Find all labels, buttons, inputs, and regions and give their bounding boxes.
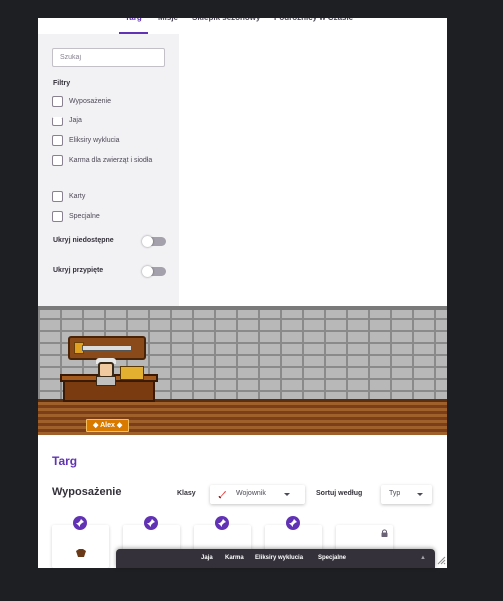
- filter-jaja[interactable]: Jaja: [52, 115, 170, 127]
- filter-checkbox[interactable]: [52, 211, 63, 222]
- items-drawer[interactable]: Jaja Karma Eliksiry wyklucia Specjalne ▲: [116, 549, 435, 568]
- pin-icon[interactable]: [144, 516, 158, 530]
- filter-label: Karty: [69, 193, 86, 200]
- filter-checkbox[interactable]: [52, 135, 63, 146]
- filter-sidebar: Filtry Wyposażenie Jaja Eliksiry wykluci…: [38, 34, 179, 306]
- drawer-tab-eliksiry-wyklucia[interactable]: Eliksiry wyklucia: [255, 555, 303, 561]
- sort-dropdown-value: Typ: [389, 490, 401, 497]
- sword-icon: [82, 345, 132, 351]
- toggle-label: Ukryj przypięte: [53, 267, 104, 274]
- wall-edge: [38, 306, 447, 310]
- pin-icon[interactable]: [73, 516, 87, 530]
- tab-misje[interactable]: Misje: [158, 18, 178, 34]
- filter-label: Karma dla zwierząt i siodła: [69, 157, 153, 164]
- filter-checkbox[interactable]: [52, 117, 63, 126]
- filter-label: Specjalne: [69, 213, 100, 220]
- tab-podroznicy-w-czasie[interactable]: Podróżnicy w Czasie: [274, 18, 353, 34]
- toggle-knob: [142, 266, 153, 277]
- chevron-down-icon: [417, 493, 423, 496]
- resize-handle-icon[interactable]: [436, 553, 446, 565]
- filter-checkbox[interactable]: [52, 155, 63, 166]
- chevron-down-icon: [284, 493, 290, 496]
- filter-specjalne[interactable]: Specjalne: [52, 211, 170, 223]
- toggle-switch[interactable]: [142, 236, 166, 247]
- filter-label: Eliksiry wyklucia: [69, 137, 120, 144]
- filter-label: Jaja: [69, 117, 82, 124]
- pin-icon[interactable]: [286, 516, 300, 530]
- section-title: Wyposażenie: [52, 486, 122, 498]
- sort-label: Sortuj według: [316, 490, 363, 497]
- pin-icon[interactable]: [215, 516, 229, 530]
- tab-targ[interactable]: Targ: [119, 18, 148, 34]
- tab-sklepik-sezonowy[interactable]: Sklepik sezonowy: [192, 18, 260, 34]
- npc-body: [96, 376, 116, 386]
- market-banner: ◆ Alex ◆: [38, 306, 447, 435]
- npc-name: Alex: [100, 422, 115, 429]
- toggle-switch[interactable]: [142, 266, 166, 277]
- item-card[interactable]: [52, 516, 109, 568]
- toggle-label: Ukryj niedostępne: [53, 237, 114, 244]
- chevron-up-icon[interactable]: ▲: [420, 555, 426, 561]
- app-window: Targ Misje Sklepik sezonowy Podróżnicy w…: [38, 18, 447, 568]
- filter-wyposazenie[interactable]: Wyposażenie: [52, 96, 170, 108]
- filter-checkbox[interactable]: [52, 191, 63, 202]
- page-title: Targ: [52, 454, 78, 468]
- class-dropdown-value: Wojownik: [236, 490, 266, 497]
- stall-goods: [120, 366, 144, 380]
- filter-karma[interactable]: Karma dla zwierząt i siodła: [52, 155, 170, 167]
- armor-icon: [76, 549, 86, 557]
- filters-title: Filtry: [53, 80, 71, 87]
- filter-eliksiry-wyklucia[interactable]: Eliksiry wyklucia: [52, 135, 170, 147]
- top-tabs: Targ Misje Sklepik sezonowy Podróżnicy w…: [38, 18, 447, 34]
- filter-label: Wyposażenie: [69, 98, 111, 105]
- drawer-tab-jaja[interactable]: Jaja: [201, 555, 213, 561]
- drawer-tab-specjalne[interactable]: Specjalne: [318, 555, 346, 561]
- toggle-knob: [142, 236, 153, 247]
- drawer-tab-karma[interactable]: Karma: [225, 555, 244, 561]
- sword-icon: [218, 490, 227, 499]
- filter-karty[interactable]: Karty: [52, 191, 170, 203]
- toggle-ukryj-niedostepne: Ukryj niedostępne: [53, 236, 166, 248]
- toggle-ukryj-przypiete: Ukryj przypięte: [53, 266, 166, 278]
- lock-icon: [381, 529, 388, 537]
- sort-dropdown[interactable]: Typ: [381, 485, 432, 504]
- filter-checkbox[interactable]: [52, 96, 63, 107]
- npc-name-tag: ◆ Alex ◆: [86, 419, 130, 432]
- class-dropdown[interactable]: Wojownik: [210, 485, 305, 504]
- search-input[interactable]: [52, 48, 165, 67]
- class-filter-label: Klasy: [177, 490, 196, 497]
